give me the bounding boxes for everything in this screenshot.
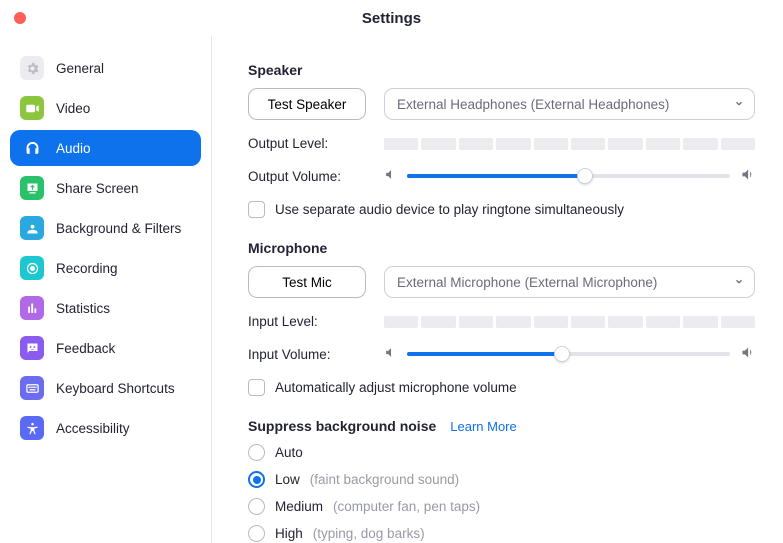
mic-device-dropdown[interactable]: External Microphone (External Microphone… [384,266,755,298]
input-volume-fill [407,352,562,356]
sidebar-item-label: Audio [56,141,91,156]
radio-label: Low [275,472,300,487]
input-level-label: Input Level: [248,314,366,329]
accessibility-icon [20,416,44,440]
volume-high-icon [740,345,755,363]
suppress-option-auto[interactable]: Auto [248,444,755,461]
suppress-option-low[interactable]: Low (faint background sound) [248,471,755,488]
sidebar-item-label: Background & Filters [56,221,181,236]
input-volume-label: Input Volume: [248,347,366,362]
recording-icon [20,256,44,280]
radio-button[interactable] [248,498,265,515]
microphone-heading: Microphone [248,240,755,256]
minimize-window-button[interactable] [34,12,46,24]
speaker-heading: Speaker [248,62,755,78]
sidebar-item-label: Recording [56,261,118,276]
output-volume-slider[interactable] [407,168,730,184]
close-window-button[interactable] [14,12,26,24]
test-mic-button[interactable]: Test Mic [248,266,366,298]
audio-settings-panel: 1. Speaker Test Speaker External Headpho… [212,36,783,543]
speaker-device-dropdown[interactable]: External Headphones (External Headphones… [384,88,755,120]
sidebar-item-label: Share Screen [56,181,139,196]
test-speaker-button[interactable]: Test Speaker [248,88,366,120]
sidebar-item-recording[interactable]: Recording [10,250,201,286]
sidebar-item-label: Video [56,101,90,116]
radio-button[interactable] [248,525,265,542]
sidebar-item-video[interactable]: Video [10,90,201,126]
radio-label: Medium [275,499,323,514]
chevron-down-icon [734,97,744,112]
sidebar-item-label: Keyboard Shortcuts [56,381,175,396]
ringtone-separate-device-checkbox[interactable] [248,201,265,218]
radio-label: Auto [275,445,303,460]
share-screen-icon [20,176,44,200]
feedback-icon [20,336,44,360]
volume-low-icon [384,346,397,362]
radio-button[interactable] [248,444,265,461]
input-volume-thumb[interactable] [554,346,570,362]
keyboard-icon [20,376,44,400]
output-volume-thumb[interactable] [577,168,593,184]
sidebar-item-audio[interactable]: Audio [10,130,201,166]
sidebar: General Video Audio Share Screen Backgro [0,36,212,543]
speaker-device-value: External Headphones (External Headphones… [397,97,669,112]
input-level-meter [384,316,755,328]
zoom-window-button[interactable] [54,12,66,24]
radio-button[interactable] [248,471,265,488]
sidebar-item-label: Accessibility [56,421,130,436]
titlebar: Settings [0,0,783,36]
radio-label: High [275,526,303,541]
sidebar-item-label: Statistics [56,301,110,316]
sidebar-item-share-screen[interactable]: Share Screen [10,170,201,206]
gear-icon [20,56,44,80]
radio-hint: (typing, dog barks) [313,526,425,541]
radio-hint: (computer fan, pen taps) [333,499,480,514]
suppress-option-high[interactable]: High (typing, dog barks) [248,525,755,542]
suppress-noise-options: Auto Low (faint background sound) Medium… [248,444,755,542]
ringtone-checkbox-label: Use separate audio device to play ringto… [275,202,624,217]
output-level-label: Output Level: [248,136,366,151]
volume-low-icon [384,168,397,184]
sidebar-item-keyboard-shortcuts[interactable]: Keyboard Shortcuts [10,370,201,406]
sidebar-item-label: Feedback [56,341,115,356]
chevron-down-icon [734,275,744,290]
sidebar-item-accessibility[interactable]: Accessibility [10,410,201,446]
sidebar-item-background-filters[interactable]: Background & Filters [10,210,201,246]
statistics-icon [20,296,44,320]
window-controls [14,12,66,24]
sidebar-item-general[interactable]: General [10,50,201,86]
video-icon [20,96,44,120]
headphones-icon [20,136,44,160]
suppress-noise-heading: Suppress background noise [248,418,436,434]
suppress-option-medium[interactable]: Medium (computer fan, pen taps) [248,498,755,515]
output-volume-fill [407,174,585,178]
radio-hint: (faint background sound) [310,472,459,487]
window-title: Settings [362,10,421,27]
sidebar-item-feedback[interactable]: Feedback [10,330,201,366]
auto-adjust-mic-label: Automatically adjust microphone volume [275,380,517,395]
input-volume-slider[interactable] [407,346,730,362]
sidebar-item-statistics[interactable]: Statistics [10,290,201,326]
sidebar-item-label: General [56,61,104,76]
volume-high-icon [740,167,755,185]
output-volume-label: Output Volume: [248,169,366,184]
mic-device-value: External Microphone (External Microphone… [397,275,657,290]
output-level-meter [384,138,755,150]
background-filters-icon [20,216,44,240]
learn-more-link[interactable]: Learn More [450,419,516,434]
auto-adjust-mic-checkbox[interactable] [248,379,265,396]
